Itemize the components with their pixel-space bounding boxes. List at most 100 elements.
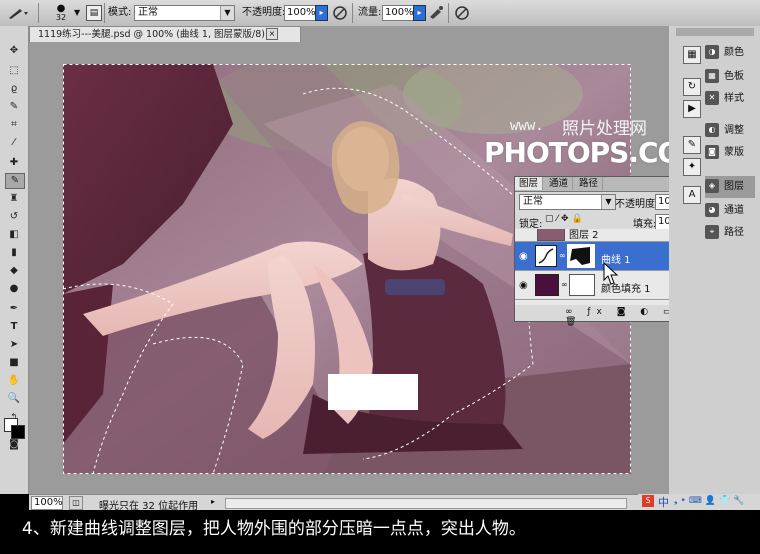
gradient-tool-icon[interactable]: ▮: [5, 246, 23, 260]
eye-icon[interactable]: ◉: [519, 280, 528, 291]
options-bar: ● 32 ▼ ▤ 模式: 正常 ▼ 不透明度: 100% ▸ 流量: 100% …: [0, 0, 760, 27]
opacity-slider-button[interactable]: ▸: [315, 5, 328, 21]
styles-icon: ✕: [705, 91, 719, 105]
brush-panel-icon[interactable]: ▤: [86, 5, 102, 21]
brush-tool-icon[interactable]: [6, 5, 32, 21]
status-menu-icon[interactable]: ◫: [69, 496, 83, 510]
horizontal-scrollbar[interactable]: [225, 498, 627, 509]
layer-mask-thumbnail[interactable]: [567, 244, 595, 268]
brush-preset-picker[interactable]: ● 32: [50, 4, 72, 23]
type-tool-icon[interactable]: T: [5, 320, 23, 334]
history-brush-icon[interactable]: ↺: [5, 210, 23, 224]
dock-item-adjustments[interactable]: ◐ 调整: [705, 120, 757, 142]
dock-item-layers[interactable]: ◈ 图层: [705, 176, 755, 198]
tablet-size-icon[interactable]: [454, 5, 470, 21]
background-color-swatch[interactable]: [11, 425, 25, 439]
tool-presets-icon[interactable]: ✎: [683, 136, 701, 154]
mode-select[interactable]: 正常 ▼: [134, 5, 235, 21]
lasso-tool-icon[interactable]: ϱ: [5, 82, 23, 96]
document-tab[interactable]: 1119练习---美腿.psd @ 100% (曲线 1, 图层蒙版/8) *: [29, 26, 301, 42]
healing-brush-icon[interactable]: ✚: [5, 156, 23, 170]
chevron-down-icon[interactable]: ▼: [74, 5, 82, 21]
status-arrow-icon[interactable]: ▸: [211, 496, 221, 508]
hand-tool-icon[interactable]: ✋: [5, 374, 23, 388]
tab-layers[interactable]: 图层: [515, 177, 544, 190]
tutorial-caption: 4、新建曲线调整图层，把人物外围的部分压暗一点点，突出人物。: [0, 510, 760, 554]
lock-label: 锁定:: [519, 219, 543, 230]
color-icon: ◑: [705, 45, 719, 59]
dock-item-paths[interactable]: ⌖ 路径: [705, 222, 757, 244]
status-bar: 100% ◫ 曝光只在 32 位起作用 ▸: [29, 494, 669, 512]
history-icon[interactable]: ↻: [683, 78, 701, 96]
layer-name: 图层 2: [569, 230, 599, 241]
paths-icon: ⌖: [705, 225, 719, 239]
opacity-label: 不透明度:: [242, 7, 286, 18]
opacity-input[interactable]: 100%: [284, 5, 316, 21]
chevron-down-icon: ▼: [601, 195, 615, 209]
watermark-www: www.: [510, 118, 544, 134]
system-tray: S 中 ❟•⌨👤👕🔧: [638, 494, 760, 510]
mouse-cursor: [603, 261, 621, 289]
adjustments-icon: ◐: [705, 123, 719, 137]
mode-label: 模式:: [108, 7, 132, 18]
dock-item-styles[interactable]: ✕ 样式: [705, 88, 757, 110]
lock-icons[interactable]: ▢⁄✥🔒: [545, 214, 586, 224]
chevron-down-icon: ▼: [220, 6, 234, 20]
brush-tool-icon[interactable]: ✎: [5, 173, 25, 189]
character-icon[interactable]: A: [683, 186, 701, 204]
blend-mode-select[interactable]: 正常 ▼: [519, 194, 616, 210]
layers-icon: ◈: [705, 179, 719, 193]
zoom-tool-icon[interactable]: 🔍: [5, 392, 23, 406]
panel-dock: ▦ ↻ ▶ ✎ ✦ A ◑ 颜色 ▦ 色板 ✕ 样式 ◐ 调整 ◙ 蒙版 ◈ 图层 ◕ 通道 …: [669, 26, 760, 510]
shape-tool-icon[interactable]: ■: [5, 356, 23, 370]
close-icon[interactable]: ×: [266, 28, 278, 40]
ime-indicator[interactable]: 中: [658, 494, 669, 510]
actions-icon[interactable]: ▶: [683, 100, 701, 118]
layer-mask-thumbnail[interactable]: [569, 274, 595, 296]
eye-icon[interactable]: ◉: [519, 251, 528, 262]
dock-item-channels[interactable]: ◕ 通道: [705, 200, 757, 222]
dock-item-swatches[interactable]: ▦ 色板: [705, 66, 757, 88]
dock-item-color[interactable]: ◑ 颜色: [705, 42, 757, 64]
tablet-opacity-icon[interactable]: [332, 5, 348, 21]
link-icon[interactable]: ∞: [561, 280, 568, 289]
flow-slider-button[interactable]: ▸: [413, 5, 426, 21]
brushes-icon[interactable]: ✦: [683, 158, 701, 176]
dock-item-masks[interactable]: ◙ 蒙版: [705, 142, 757, 164]
move-tool-icon[interactable]: ✥: [5, 44, 23, 58]
flow-input[interactable]: 100%: [382, 5, 414, 21]
redacted-box: [328, 374, 418, 410]
brush-size: 32: [55, 13, 67, 22]
clone-stamp-icon[interactable]: ♜: [5, 192, 23, 206]
tray-icons[interactable]: ❟•⌨👤👕🔧: [674, 496, 747, 506]
curves-adjustment-icon: [535, 245, 557, 267]
path-selection-icon[interactable]: ➤: [5, 338, 23, 352]
sogou-icon[interactable]: S: [642, 495, 654, 507]
pen-tool-icon[interactable]: ✒: [5, 302, 23, 316]
tab-paths[interactable]: 路径: [575, 177, 604, 190]
link-icon[interactable]: ∞: [559, 251, 566, 260]
fill-layer-thumbnail: [535, 274, 559, 296]
blur-tool-icon[interactable]: ◆: [5, 264, 23, 278]
masks-icon: ◙: [705, 145, 719, 159]
swatches-icon: ▦: [705, 69, 719, 83]
airbrush-icon[interactable]: [428, 5, 444, 21]
quick-mask-icon[interactable]: ◙: [5, 438, 23, 452]
dodge-tool-icon[interactable]: ●: [5, 282, 23, 296]
layer-row[interactable]: 图层 2: [515, 229, 693, 242]
marquee-tool-icon[interactable]: ⬚: [5, 64, 23, 78]
quick-selection-icon[interactable]: ✎: [5, 100, 23, 114]
eraser-tool-icon[interactable]: ◧: [5, 228, 23, 242]
layer-thumbnail: [537, 229, 565, 241]
dock-header: [676, 28, 754, 36]
crop-tool-icon[interactable]: ⌗: [5, 118, 23, 132]
mode-value: 正常: [138, 7, 158, 18]
tools-panel: ✥ ⬚ ϱ ✎ ⌗ ⁄ ✚ ✎ ♜ ↺ ◧ ▮ ◆ ● ✒ T ➤ ■ ✋ 🔍 …: [0, 26, 29, 494]
navigator-icon[interactable]: ▦: [683, 46, 701, 64]
flow-label: 流量:: [358, 7, 382, 18]
zoom-input[interactable]: 100%: [31, 496, 63, 510]
tab-channels[interactable]: 通道: [545, 177, 574, 190]
eyedropper-tool-icon[interactable]: ⁄: [5, 136, 23, 150]
layer-opacity-label: 不透明度:: [615, 199, 659, 210]
fill-label: 填充:: [633, 219, 657, 230]
